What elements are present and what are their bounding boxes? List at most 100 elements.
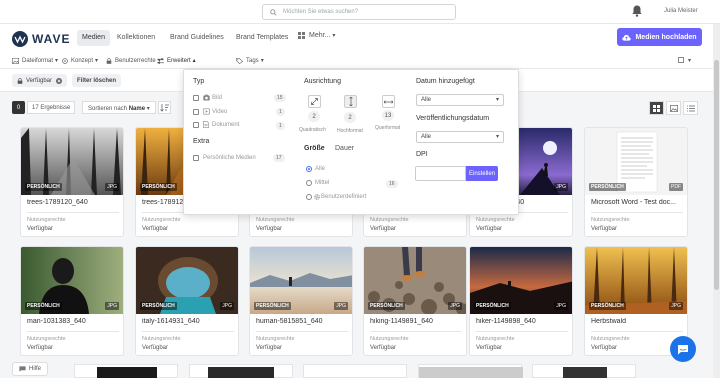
- nav-brand-templates[interactable]: Brand Templates: [231, 30, 293, 46]
- filter-konzept[interactable]: Konzept ▾: [62, 57, 98, 64]
- size-medium-radio[interactable]: [306, 180, 312, 186]
- chevron-down-icon[interactable]: ▾: [688, 57, 691, 64]
- nav-more-label: Mehr...: [309, 32, 331, 39]
- size-medium-label: Mittel: [315, 180, 330, 186]
- asset-rights-value: Verfügbar: [476, 345, 503, 351]
- asset-name: Herbstwald: [591, 318, 627, 325]
- grid-view-button[interactable]: [649, 101, 664, 115]
- date-added-select[interactable]: Alle: [416, 94, 504, 106]
- sliders-icon: [157, 57, 164, 64]
- user-name[interactable]: Julia Meister: [664, 8, 698, 14]
- nav-medien[interactable]: Medien: [77, 30, 110, 46]
- size-all-radio[interactable]: [306, 166, 312, 172]
- chevron-down-icon: ▾: [146, 106, 150, 112]
- asset-rights-value: Verfügbar: [476, 226, 503, 232]
- search-bar[interactable]: Möchten Sie etwas suchen?: [262, 4, 456, 20]
- asset-name: man-1031383_640: [27, 318, 86, 325]
- search-placeholder[interactable]: Möchten Sie etwas suchen?: [283, 9, 358, 15]
- asset-card[interactable]: [189, 364, 293, 378]
- asset-card[interactable]: [418, 364, 523, 378]
- asset-name: italy-1614931_640: [142, 318, 200, 325]
- close-icon[interactable]: [56, 77, 63, 84]
- filter-tags[interactable]: Tags ▾: [236, 57, 264, 64]
- image-icon: [12, 57, 19, 64]
- asset-card[interactable]: PERSÖNLICH JPG hiker-1149898_640 Nutzung…: [469, 246, 573, 356]
- filter-dateiformat[interactable]: Dateiformat ▾: [12, 57, 58, 64]
- asset-card[interactable]: PERSÖNLICH JPG human-5815851_640 Nutzung…: [249, 246, 353, 356]
- grid-icon: [653, 104, 660, 112]
- orientation-landscape-label: Querformat: [375, 125, 401, 131]
- search-icon: [270, 9, 277, 16]
- sort-dropdown[interactable]: Sortieren nach Name ▾: [82, 101, 156, 114]
- size-all-label: Alle: [315, 166, 326, 172]
- chip-verfuegbar[interactable]: Verfügbar: [12, 74, 68, 87]
- asset-rights-value: Verfügbar: [370, 345, 397, 351]
- asset-card[interactable]: PERSÖNLICH JPG hiking-1149891_640 Nutzun…: [363, 246, 467, 356]
- tag-icon: [236, 57, 243, 64]
- nav-more[interactable]: Mehr... ▾: [298, 32, 335, 39]
- asset-rights-label: Nutzungsrechte: [256, 336, 295, 342]
- type-video-checkbox[interactable]: [193, 109, 199, 115]
- asset-card[interactable]: PERSÖNLICH JPG trees-1789120_640 Nutzung…: [20, 127, 124, 237]
- tab-size[interactable]: Größe: [304, 145, 325, 152]
- asset-rights-label: Nutzungsrechte: [370, 336, 409, 342]
- clear-filters-button[interactable]: Filter löschen: [72, 74, 122, 87]
- asset-badge: PERSÖNLICH: [368, 302, 405, 310]
- asset-card[interactable]: PERSÖNLICH PDF Microsoft Word - Test doc…: [584, 127, 688, 237]
- chat-icon: [678, 344, 688, 354]
- dpi-apply-button[interactable]: Einstellen: [466, 166, 498, 181]
- asset-card[interactable]: PERSÖNLICH JPG italy-1614931_640 Nutzung…: [135, 246, 239, 356]
- scrollbar-thumb[interactable]: [714, 60, 719, 290]
- sort-value: Name: [128, 106, 146, 112]
- asset-name: human-5815851_640: [256, 318, 323, 325]
- video-icon: [203, 108, 210, 115]
- divider: [476, 331, 568, 332]
- nav-brand-guidelines[interactable]: Brand Guidelines: [165, 30, 229, 46]
- select-all-checkbox[interactable]: [678, 57, 684, 63]
- asset-card[interactable]: [532, 364, 636, 378]
- personal-media-checkbox[interactable]: [193, 155, 199, 161]
- asset-filetype: JPG: [220, 302, 234, 310]
- size-custom-radio[interactable]: [306, 194, 312, 200]
- orientation-square-button[interactable]: [308, 95, 321, 108]
- asset-badge: PERSÖNLICH: [140, 302, 177, 310]
- sort-prefix: Sortieren nach: [88, 106, 128, 112]
- asset-card[interactable]: [303, 364, 407, 378]
- asset-badge: PERSÖNLICH: [25, 183, 62, 191]
- asset-card[interactable]: [74, 364, 178, 378]
- published-date-select[interactable]: Alle: [416, 131, 504, 143]
- orientation-heading: Ausrichtung: [304, 78, 341, 85]
- list-view-button[interactable]: [683, 101, 698, 115]
- type-image-label: Bild: [212, 95, 223, 101]
- type-document-checkbox[interactable]: [193, 122, 199, 128]
- divider: [591, 212, 683, 213]
- asset-rights-value: Verfügbar: [591, 345, 618, 351]
- dpi-heading: DPI: [416, 151, 428, 158]
- filter-benutzerrechte[interactable]: Benutzerrechte ▾: [106, 57, 161, 64]
- asset-filetype: JPG: [554, 183, 568, 191]
- help-button[interactable]: Hilfe: [12, 362, 49, 376]
- image-view-button[interactable]: [666, 101, 681, 115]
- nav-kollektionen[interactable]: Kollektionen: [112, 30, 160, 46]
- asset-thumbnail: [97, 367, 157, 378]
- orientation-landscape-button[interactable]: [382, 95, 395, 108]
- asset-card[interactable]: PERSÖNLICH JPG man-1031383_640 Nutzungsr…: [20, 246, 124, 356]
- asset-badge: PERSÖNLICH: [254, 302, 291, 310]
- logo[interactable]: WAVE: [12, 31, 70, 47]
- size-custom-label: Benutzerdefiniert: [321, 194, 367, 200]
- grid-icon: [298, 32, 305, 39]
- type-image-count: 15: [274, 94, 286, 102]
- upload-button[interactable]: Medien hochladen: [617, 28, 702, 46]
- sort-direction-button[interactable]: [158, 101, 171, 114]
- lock-icon: [17, 77, 23, 84]
- filter-erweitert[interactable]: Erweitert ▴: [157, 57, 196, 64]
- camera-icon: [203, 94, 210, 101]
- bell-icon[interactable]: [632, 5, 642, 17]
- type-image-checkbox[interactable]: [193, 95, 199, 101]
- orientation-portrait-button[interactable]: [344, 95, 357, 108]
- chat-button[interactable]: [670, 336, 696, 362]
- tab-duration[interactable]: Dauer: [335, 145, 354, 152]
- divider: [142, 331, 234, 332]
- dpi-input[interactable]: [415, 166, 466, 181]
- asset-rights-label: Nutzungsrechte: [476, 217, 515, 223]
